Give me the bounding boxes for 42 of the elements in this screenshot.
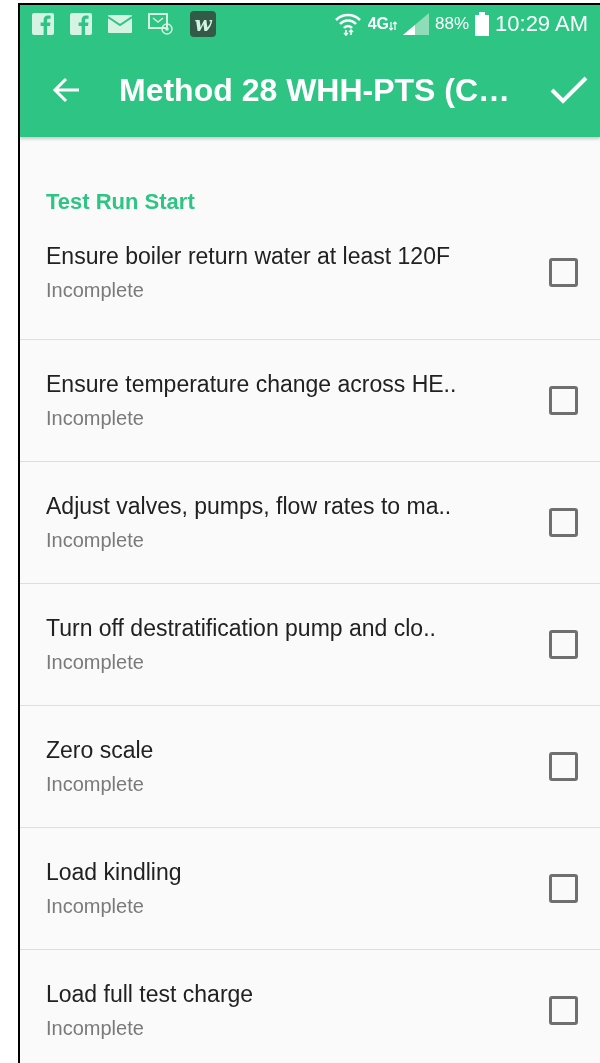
network-type: 4G (367, 15, 389, 32)
item-status: Incomplete (46, 894, 145, 920)
item-title: Load full test charge (46, 979, 254, 1009)
checkbox[interactable] (549, 752, 578, 781)
checkbox[interactable] (549, 258, 578, 287)
facebook-icon (70, 12, 92, 35)
checkbox[interactable] (549, 874, 578, 903)
section-header: Test Run Start (46, 189, 195, 214)
app-icon: w (190, 10, 216, 37)
item-title: Ensure temperature change across HE.. (46, 369, 457, 399)
item-status: Incomplete (46, 406, 145, 432)
checklist-item[interactable]: Zero scale Incomplete (20, 706, 600, 828)
mail-icon (108, 14, 132, 33)
item-title: Adjust valves, pumps, flow rates to ma.. (46, 491, 452, 521)
checkbox[interactable] (549, 508, 578, 537)
checklist-item[interactable]: Ensure temperature change across HE.. Incomplete (20, 340, 600, 462)
checkbox[interactable] (549, 996, 578, 1025)
checkbox[interactable] (549, 386, 578, 415)
checklist-item[interactable]: Turn off destratification pump and clo.. Incomplete (20, 584, 600, 706)
checklist-item[interactable]: Adjust valves, pumps, flow rates to ma.. Incomplete (20, 462, 600, 584)
checklist-item[interactable]: Ensure boiler return water at least 120F Incomplete (20, 218, 600, 340)
clock: 10:29 AM (495, 10, 588, 38)
wifi-icon (333, 11, 362, 36)
facebook-icon (32, 12, 54, 35)
screen-title: Method 28 WHH-PTS (C… (119, 70, 511, 110)
item-status: Incomplete (46, 1016, 145, 1042)
item-status: Incomplete (46, 528, 145, 554)
message-icon (148, 12, 174, 35)
back-arrow-icon (52, 76, 80, 103)
item-status: Incomplete (46, 772, 145, 798)
item-title: Load kindling (46, 857, 182, 887)
checklist-item[interactable]: Load kindling Incomplete (20, 828, 600, 950)
battery-icon (475, 11, 490, 36)
item-status: Incomplete (46, 650, 145, 676)
signal-icon (403, 12, 429, 35)
item-title: Ensure boiler return water at least 120F (46, 241, 450, 271)
checklist-item[interactable]: Load full test charge Incomplete (20, 950, 600, 1063)
checkbox[interactable] (549, 630, 578, 659)
item-title: Zero scale (46, 735, 154, 765)
item-status: Incomplete (46, 278, 145, 304)
item-title: Turn off destratification pump and clo.. (46, 613, 436, 643)
battery-percent: 88% (435, 12, 470, 35)
